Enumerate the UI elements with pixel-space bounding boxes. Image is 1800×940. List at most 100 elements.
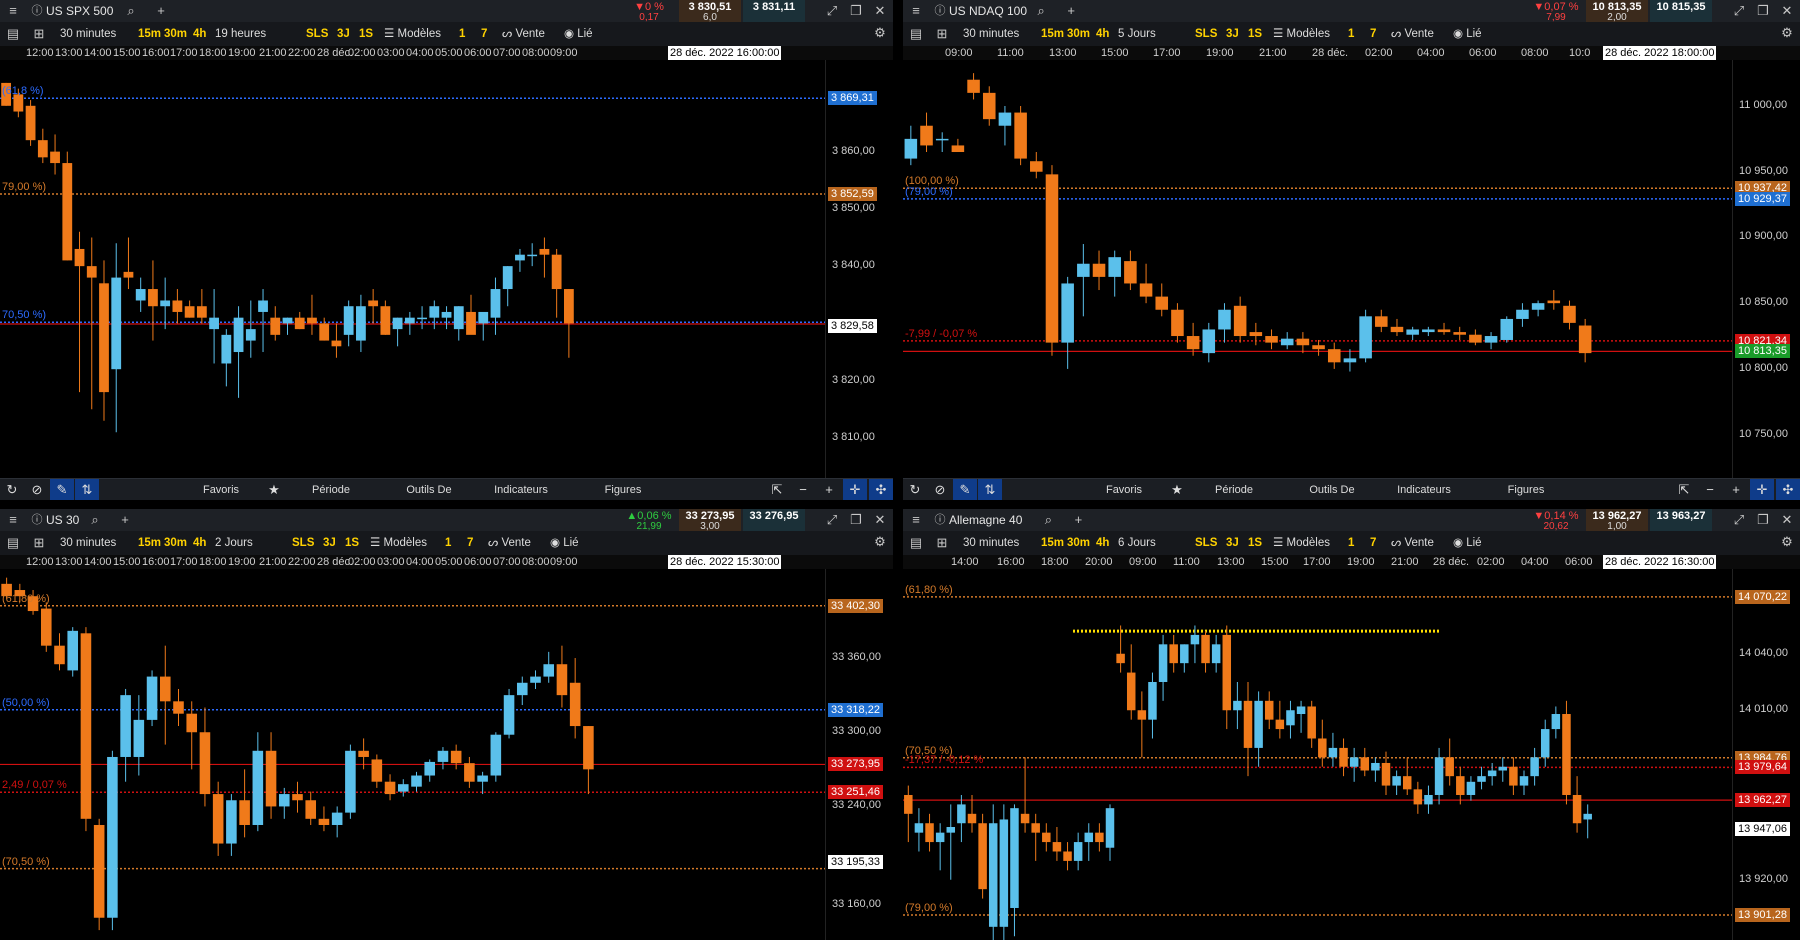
candle[interactable]: [67, 627, 79, 677]
candle[interactable]: [1328, 732, 1338, 767]
candle[interactable]: [62, 151, 73, 261]
candle[interactable]: [404, 311, 415, 335]
layout-7-button[interactable]: 7: [1370, 531, 1376, 555]
expand-icon[interactable]: ⤢: [821, 0, 843, 22]
candle[interactable]: [1010, 804, 1019, 937]
candle[interactable]: [1052, 827, 1062, 861]
candle[interactable]: [159, 645, 171, 745]
figures-menu[interactable]: Figures: [1503, 479, 1549, 500]
instrument-info-icon[interactable]: ⓘ: [929, 0, 951, 22]
chart-plot-area[interactable]: (100,00 %) (79,00 %) -7,99 / -0,07 %: [903, 60, 1732, 478]
candle[interactable]: [411, 771, 422, 792]
candle[interactable]: [1563, 300, 1576, 330]
candle[interactable]: [1530, 747, 1539, 786]
linked-button[interactable]: ◉ Lié: [1453, 531, 1482, 555]
3j-button[interactable]: 3J: [323, 531, 336, 555]
candle[interactable]: [107, 750, 118, 931]
indicators-menu[interactable]: Indicateurs: [490, 479, 552, 500]
candle[interactable]: [957, 794, 966, 843]
layout-icon[interactable]: ⊞: [28, 23, 50, 45]
quick-15m[interactable]: 15m: [138, 531, 161, 555]
candle[interactable]: [1275, 700, 1285, 739]
range-select[interactable]: 2 Jours: [215, 531, 253, 555]
candle[interactable]: [282, 317, 293, 335]
candle[interactable]: [551, 248, 562, 318]
1s-button[interactable]: 1S: [345, 531, 359, 555]
candle[interactable]: [1218, 303, 1231, 343]
candle[interactable]: [1339, 738, 1348, 777]
quick-4h[interactable]: 4h: [1096, 22, 1109, 46]
templates-button[interactable]: ☰ Modèles: [384, 22, 441, 46]
templates-button[interactable]: ☰ Modèles: [1273, 22, 1330, 46]
price-axis[interactable]: 3 860,00 3 850,00 3 840,00 3 820,00 3 810,00…: [825, 60, 893, 478]
candle[interactable]: [914, 808, 924, 852]
candle[interactable]: [1583, 804, 1592, 839]
price-axis[interactable]: 11 000,00 10 950,00 10 900,00 10 850,00 10 8…: [1732, 60, 1800, 478]
close-icon[interactable]: ✕: [869, 0, 891, 22]
candle[interactable]: [1456, 766, 1465, 805]
linked-button[interactable]: ◉ Lié: [1453, 22, 1482, 46]
candle[interactable]: [209, 289, 219, 364]
range-select[interactable]: 5 Jours: [1118, 22, 1156, 46]
refresh-icon[interactable]: ↻: [903, 479, 927, 500]
candle[interactable]: [1392, 770, 1401, 795]
layout-7-button[interactable]: 7: [481, 22, 487, 46]
candle[interactable]: [307, 294, 317, 335]
gear-icon[interactable]: ⚙: [869, 531, 891, 553]
candle[interactable]: [1318, 719, 1327, 767]
candle[interactable]: [1180, 644, 1189, 673]
candle[interactable]: [1124, 250, 1137, 291]
candle[interactable]: [1045, 165, 1059, 356]
candle[interactable]: [904, 125, 918, 166]
search-icon[interactable]: ⌕: [1037, 509, 1059, 531]
interval-select[interactable]: 30 minutes: [963, 22, 1019, 46]
candle[interactable]: [999, 804, 1009, 940]
buy-price-button[interactable]: 33 276,95: [743, 509, 805, 531]
candle[interactable]: [1312, 339, 1325, 356]
candle[interactable]: [245, 300, 256, 358]
3j-button[interactable]: 3J: [1226, 22, 1239, 46]
layout-1-button[interactable]: 1: [445, 531, 451, 555]
candle[interactable]: [464, 756, 475, 788]
candle[interactable]: [133, 695, 145, 776]
search-icon[interactable]: ⌕: [120, 0, 142, 22]
3j-button[interactable]: 3J: [337, 22, 350, 46]
candle[interactable]: [1077, 244, 1090, 317]
candle[interactable]: [99, 260, 109, 421]
sls-button[interactable]: SLS: [1195, 531, 1217, 555]
popout-icon[interactable]: ❐: [1752, 509, 1774, 531]
sell-mode-button[interactable]: ᔕ Vente: [488, 531, 531, 555]
candle[interactable]: [371, 754, 383, 788]
candle[interactable]: [356, 294, 366, 353]
sell-mode-button[interactable]: ᔕ Vente: [1391, 22, 1434, 46]
candle[interactable]: [935, 132, 949, 153]
candle[interactable]: [1424, 785, 1433, 814]
candle[interactable]: [54, 633, 65, 671]
pencil-icon[interactable]: ✎: [953, 479, 977, 500]
list-icon[interactable]: ▤: [2, 23, 24, 45]
candle[interactable]: [925, 813, 934, 852]
sell-price-button[interactable]: 10 813,35 2,00: [1586, 0, 1648, 23]
expand-icon[interactable]: ⤢: [821, 509, 843, 531]
candle[interactable]: [1201, 631, 1210, 673]
candle[interactable]: [1233, 681, 1242, 730]
zoom-in-icon[interactable]: +: [817, 479, 841, 500]
candle[interactable]: [368, 289, 379, 324]
candle[interactable]: [1249, 322, 1263, 346]
candle[interactable]: [226, 794, 237, 856]
candle[interactable]: [1413, 781, 1423, 814]
quick-15m[interactable]: 15m: [1041, 531, 1064, 555]
candle[interactable]: [1498, 757, 1508, 782]
candle[interactable]: [80, 627, 92, 832]
candle[interactable]: [1349, 747, 1359, 782]
candle[interactable]: [111, 243, 122, 433]
quick-30m[interactable]: 30m: [164, 531, 187, 555]
candle[interactable]: [331, 806, 343, 838]
instrument-name[interactable]: US 30: [46, 509, 79, 531]
candle[interactable]: [1402, 757, 1412, 795]
candle[interactable]: [123, 237, 134, 290]
candle[interactable]: [1406, 326, 1419, 340]
quick-4h[interactable]: 4h: [193, 22, 206, 46]
candle[interactable]: [1020, 757, 1030, 833]
candle[interactable]: [25, 100, 36, 146]
